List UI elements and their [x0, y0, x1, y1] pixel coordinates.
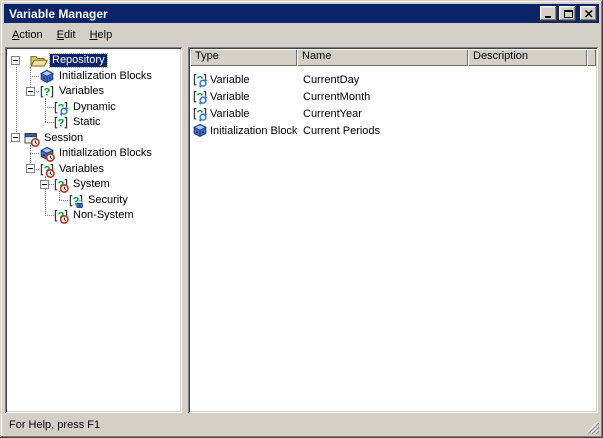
tree-item-static[interactable]: ? Static: [53, 115, 103, 130]
list-row-current-periods[interactable]: Initialization Block Current Periods: [190, 123, 596, 140]
svg-text:?: ?: [44, 86, 51, 98]
column-header-filler: [587, 49, 596, 66]
tree-expand-box[interactable]: [26, 164, 35, 173]
tree-expand-box[interactable]: [40, 180, 49, 189]
tree-item-label: Variables: [59, 163, 105, 175]
tree-item-label: Static: [73, 116, 101, 128]
tree-item-repository[interactable]: Repository: [24, 53, 108, 69]
tree-panel: Repository Initialization Blocks? Variable…: [5, 47, 182, 413]
variable-manager-window: Variable Manager Action Edit Help Reposito…: [0, 0, 603, 438]
titlebar[interactable]: Variable Manager: [4, 4, 599, 23]
variable-dynamic-icon: ?: [192, 89, 208, 105]
variable-dynamic-icon: ?: [192, 72, 208, 88]
variable-session-icon: ?: [53, 177, 69, 193]
tree-item-label: Session: [44, 132, 84, 144]
variable-dynamic-icon: ?: [53, 100, 69, 116]
variable-security-icon: ?: [68, 193, 84, 209]
init-block-session-icon: [39, 146, 55, 162]
window-title: Variable Manager: [9, 6, 108, 21]
tree-expand-box[interactable]: [26, 87, 35, 96]
tree-item-session[interactable]: Session: [24, 131, 85, 147]
cell-name: CurrentYear: [303, 108, 362, 120]
cell-type: Variable: [210, 108, 250, 120]
tree-item-label: Security: [88, 194, 128, 206]
status-text: For Help, press F1: [9, 418, 101, 431]
tree-item-label: Non-System: [73, 209, 134, 221]
menu-action[interactable]: Action: [5, 27, 50, 43]
tree-item-label: System: [73, 178, 110, 190]
tree-item-label: Initialization Blocks: [59, 70, 152, 82]
column-header-description[interactable]: Description: [468, 49, 587, 66]
session-icon: [24, 131, 40, 147]
close-icon: [583, 9, 595, 19]
cell-name: CurrentMonth: [303, 91, 371, 103]
tree-item-variables[interactable]: ? Variables: [39, 84, 106, 99]
tree-item-initialization-blocks[interactable]: Initialization Blocks: [39, 146, 154, 162]
variable-dynamic-icon: ?: [192, 106, 208, 122]
tree-item-initialization-blocks[interactable]: Initialization Blocks: [39, 69, 154, 84]
list-row-currentmonth[interactable]: ?Variable CurrentMonth: [190, 89, 596, 106]
tree-item-variables[interactable]: ? Variables: [39, 162, 106, 178]
tree-item-system[interactable]: ? System: [53, 177, 112, 193]
variable-session-icon: ?: [39, 162, 55, 178]
tree-connector-line: [45, 98, 46, 122]
statusbar: For Help, press F1: [4, 415, 600, 435]
cell-name: CurrentDay: [303, 74, 360, 86]
list-header: Type Name Description: [190, 49, 596, 66]
menubar: Action Edit Help: [5, 26, 598, 44]
maximize-button[interactable]: [559, 6, 576, 21]
variable-icon: ?: [39, 84, 55, 100]
column-header-type[interactable]: Type: [190, 49, 297, 66]
resize-grip[interactable]: [586, 421, 600, 435]
cell-name: Current Periods: [303, 125, 381, 137]
minimize-button[interactable]: [540, 6, 557, 21]
tree-item-dynamic[interactable]: ? Dynamic: [53, 100, 118, 116]
tree-item-security[interactable]: ? Security: [68, 193, 130, 208]
folder-open-icon: [29, 53, 48, 69]
maximize-icon: [562, 9, 574, 19]
variable-icon: ?: [53, 115, 69, 131]
svg-text:?: ?: [58, 117, 65, 129]
window-controls: [540, 6, 597, 21]
list-row-currentyear[interactable]: ?Variable CurrentYear: [190, 106, 596, 123]
menu-edit[interactable]: Edit: [50, 27, 83, 43]
init-block-icon: [39, 69, 55, 85]
cell-type: Initialization Block: [210, 125, 298, 137]
tree-connector-stub: [30, 75, 39, 77]
tree-connector-stub: [59, 199, 68, 201]
close-button[interactable]: [580, 6, 597, 21]
tree-item-label: Repository: [49, 53, 108, 68]
list-row-currentday[interactable]: ?Variable CurrentDay: [190, 72, 596, 89]
init-block-icon: [192, 123, 208, 139]
tree-expand-box[interactable]: [11, 133, 20, 142]
cell-type: Variable: [210, 74, 250, 86]
list-panel: TypeNameDescription?VariableCurrentDay?V…: [188, 47, 598, 413]
tree-item-label: Dynamic: [73, 101, 116, 113]
tree-item-non-system[interactable]: ? Non-System: [53, 208, 136, 224]
column-header-name[interactable]: Name: [297, 49, 468, 66]
cell-type: Variable: [210, 91, 250, 103]
menu-help[interactable]: Help: [83, 27, 120, 43]
tree-item-label: Initialization Blocks: [59, 147, 152, 159]
variable-list: TypeNameDescription?VariableCurrentDay?V…: [190, 49, 596, 411]
minimize-icon: [543, 9, 555, 19]
variable-tree: Repository Initialization Blocks? Variable…: [7, 49, 180, 411]
tree-expand-box[interactable]: [11, 56, 20, 65]
variable-session-icon: ?: [53, 208, 69, 224]
tree-connector-line: [16, 67, 17, 138]
tree-item-label: Variables: [59, 85, 105, 97]
tree-connector-stub: [30, 153, 39, 154]
